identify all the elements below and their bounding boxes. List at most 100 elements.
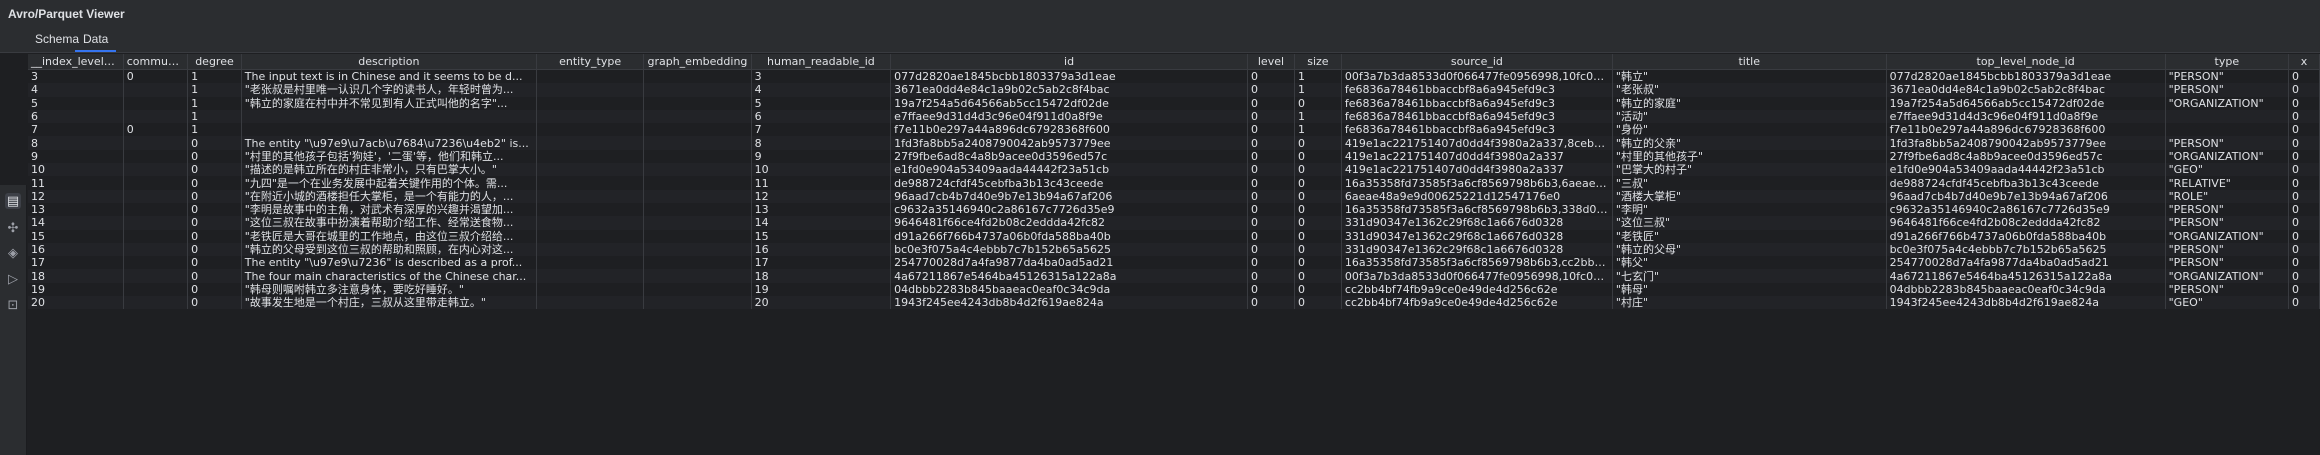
table-cell[interactable]: 04dbbb2283b845baaeac0eaf0c34c9da — [890, 282, 1248, 297]
table-cell[interactable]: 12 — [751, 189, 892, 203]
table-cell[interactable] — [536, 269, 645, 283]
table-cell[interactable]: "描述的是韩立所在的村庄非常小，只有巴掌大小。" — [241, 163, 537, 177]
table-cell[interactable]: 18 — [751, 269, 892, 283]
table-cell[interactable] — [536, 136, 645, 150]
table-cell[interactable]: 0 — [187, 176, 242, 190]
table-cell[interactable]: 0 — [1247, 69, 1295, 84]
table-cell[interactable]: 0 — [2288, 256, 2320, 270]
table-cell[interactable] — [643, 176, 752, 190]
table-cell[interactable]: 077d2820ae1845bcbb1803379a3d1eae — [890, 69, 1248, 84]
table-cell[interactable]: e7ffaee9d31d4d3c96e04f911d0a8f9e — [1886, 109, 2166, 124]
table-cell[interactable] — [536, 229, 645, 243]
table-cell[interactable]: 20 — [751, 296, 892, 310]
column-header-type[interactable]: type — [2165, 54, 2290, 70]
table-cell[interactable]: 0 — [1294, 282, 1342, 297]
table-cell[interactable]: 3 — [751, 69, 892, 84]
table-cell[interactable]: "RELATIVE" — [2165, 176, 2290, 190]
table-cell[interactable]: "PERSON" — [2165, 282, 2290, 297]
table-cell[interactable]: "韩母则嘱咐韩立多注意身体，要吃好睡好。" — [241, 282, 537, 297]
table-cell[interactable]: 1943f245ee4243db8b4d2f619ae824a — [1886, 296, 2166, 310]
table-cell[interactable]: 11 — [28, 176, 124, 190]
table-cell[interactable]: 0 — [123, 69, 189, 84]
table-cell[interactable]: 3 — [28, 69, 124, 84]
table-cell[interactable]: "李明是故事中的主角，对武术有深厚的兴趣并渴望加... — [241, 202, 537, 217]
table-cell[interactable] — [123, 296, 189, 310]
table-cell[interactable]: "PERSON" — [2165, 256, 2290, 270]
table-cell[interactable]: 0 — [1247, 189, 1295, 203]
table-cell[interactable]: 4a67211867e5464ba45126315a122a8a — [890, 269, 1248, 283]
table-cell[interactable]: 15 — [28, 229, 124, 243]
table-cell[interactable]: 96aad7cb4b7d40e9b7e13b94a67af206 — [890, 189, 1248, 203]
table-cell[interactable]: f7e11b0e297a44a896dc67928368f600 — [1886, 123, 2166, 137]
run-icon[interactable]: ▷ — [5, 271, 21, 287]
table-cell[interactable] — [536, 216, 645, 230]
table-cell[interactable] — [123, 176, 189, 190]
table-cell[interactable] — [643, 229, 752, 243]
table-cell[interactable]: 0 — [2288, 229, 2320, 243]
table-cell[interactable]: The entity "\u97e9\u7236" is described a… — [241, 256, 537, 270]
table-row[interactable]: 15 0 "老铁匠是大哥在城里的工作地点，由这位三叔介绍给... 15 d91a266f… — [28, 229, 2320, 243]
table-cell[interactable]: 0 — [1294, 216, 1342, 230]
table-cell[interactable]: d91a266f766b4737a06b0fda588ba40b — [1886, 229, 2166, 243]
column-header-source-id[interactable]: source_id — [1341, 54, 1613, 70]
table-cell[interactable] — [123, 202, 189, 217]
table-cell[interactable]: 331d90347e1362c29f68c1a6676d0328 — [1341, 216, 1613, 230]
table-cell[interactable]: "韩立的父亲" — [1612, 136, 1887, 150]
table-cell[interactable]: 0 — [187, 242, 242, 257]
table-cell[interactable] — [123, 269, 189, 283]
table-row[interactable]: 18 0 The four main characteristics of the … — [28, 269, 2320, 283]
table-cell[interactable]: 0 — [1247, 216, 1295, 230]
table-cell[interactable]: "老铁匠" — [1612, 229, 1887, 243]
table-cell[interactable]: e1fd0e904a53409aada44442f23a51cb — [890, 163, 1248, 177]
table-cell[interactable]: 19 — [751, 282, 892, 297]
table-cell[interactable]: 0 — [2288, 176, 2320, 190]
table-cell[interactable]: 0 — [187, 256, 242, 270]
table-cell[interactable]: 96aad7cb4b7d40e9b7e13b94a67af206 — [1886, 189, 2166, 203]
table-cell[interactable]: 17 — [28, 256, 124, 270]
column-header-size[interactable]: size — [1294, 54, 1342, 70]
column-header-index-level-0[interactable]: __index_level_0__ — [28, 54, 124, 70]
table-cell[interactable]: 12 — [28, 189, 124, 203]
table-cell[interactable] — [123, 216, 189, 230]
table-row[interactable]: 9 0 "村里的其他孩子包括'狗娃'，'二蛋'等，他们和韩立... 9 27f9fbe6… — [28, 149, 2320, 164]
table-row[interactable]: 11 0 "九四"是一个在业务发展中起着关键作用的个体。需... 11 de988724… — [28, 176, 2320, 190]
table-cell[interactable]: 7 — [28, 123, 124, 137]
table-cell[interactable]: "韩立的父母受到这位三叔的帮助和照顾，在内心对这... — [241, 242, 537, 257]
table-cell[interactable]: 6aeae48a9e9d00625221d12547176e0 — [1341, 189, 1613, 203]
table-cell[interactable]: fe6836a78461bbaccbf8a6a945efd9c3 — [1341, 83, 1613, 97]
table-cell[interactable]: The four main characteristics of the Chi… — [241, 269, 537, 283]
table-cell[interactable]: "在附近小城的酒楼担任大掌柜，是一个有能力的人，... — [241, 189, 537, 203]
table-cell[interactable]: "PERSON" — [2165, 202, 2290, 217]
table-cell[interactable]: 4 — [28, 83, 124, 97]
table-cell[interactable]: 1 — [187, 96, 242, 110]
table-cell[interactable]: "李明" — [1612, 202, 1887, 217]
table-cell[interactable]: 0 — [1294, 96, 1342, 110]
table-cell[interactable]: 14 — [28, 216, 124, 230]
table-cell[interactable]: 0 — [187, 149, 242, 164]
table-cell[interactable]: 3671ea0dd4e84c1a9b02c5ab2c8f4bac — [890, 83, 1248, 97]
table-cell[interactable]: "ROLE" — [2165, 189, 2290, 203]
column-header-id[interactable]: id — [890, 54, 1248, 70]
table-cell[interactable]: "韩父" — [1612, 256, 1887, 270]
table-cell[interactable]: 1943f245ee4243db8b4d2f619ae824a — [890, 296, 1248, 310]
column-header-entity-type[interactable]: entity_type — [536, 54, 645, 70]
table-cell[interactable]: "ORGANIZATION" — [2165, 229, 2290, 243]
table-cell[interactable]: 0 — [1294, 269, 1342, 283]
table-cell[interactable]: 27f9fbe6ad8c4a8b9acee0d3596ed57c — [890, 149, 1248, 164]
table-cell[interactable]: fe6836a78461bbaccbf8a6a945efd9c3 — [1341, 123, 1613, 137]
table-cell[interactable]: 0 — [187, 216, 242, 230]
table-cell[interactable]: "酒楼大掌柜" — [1612, 189, 1887, 203]
table-row[interactable]: 20 0 "故事发生地是一个村庄，三叔从这里带走韩立。" 20 1943f245ee42… — [28, 296, 2320, 310]
table-cell[interactable]: 14 — [751, 216, 892, 230]
table-cell[interactable]: 19 — [28, 282, 124, 297]
table-cell[interactable]: "三叔" — [1612, 176, 1887, 190]
table-row[interactable]: 8 0 The entity "\u97e9\u7acb\u7684\u7236\u… — [28, 136, 2320, 150]
column-header-level[interactable]: level — [1247, 54, 1295, 70]
table-cell[interactable]: 9646481f66ce4fd2b08c2eddda42fc82 — [1886, 216, 2166, 230]
table-cell[interactable]: "GEO" — [2165, 163, 2290, 177]
table-cell[interactable]: 19a7f254a5d64566ab5cc15472df02de — [890, 96, 1248, 110]
table-cell[interactable]: 10 — [751, 163, 892, 177]
table-cell[interactable]: 254770028d7a4fa9877da4ba0ad5ad21 — [890, 256, 1248, 270]
table-cell[interactable]: "活动" — [1612, 109, 1887, 124]
table-cell[interactable]: 0 — [187, 189, 242, 203]
